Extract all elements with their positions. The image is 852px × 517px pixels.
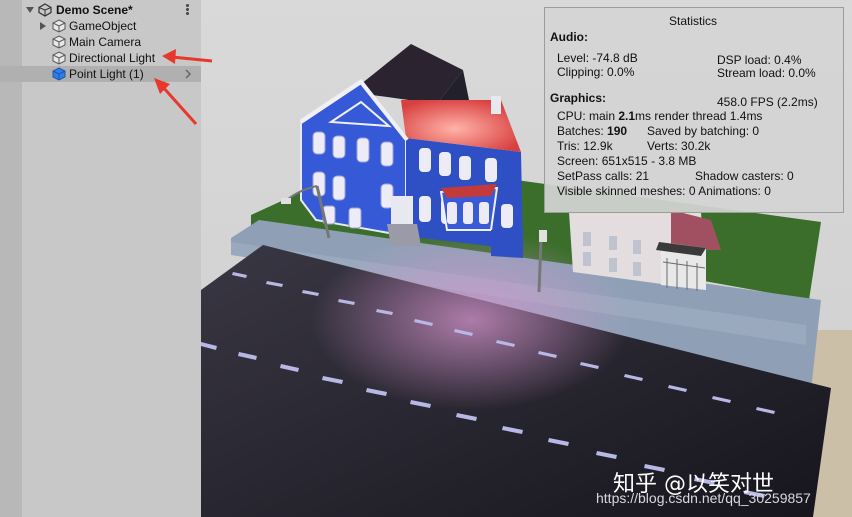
red-arrow-icon xyxy=(162,49,213,64)
annotation-arrows xyxy=(154,49,213,126)
red-arrow-icon xyxy=(154,78,198,126)
watermark-url: https://blog.csdn.net/qq_30259857 xyxy=(596,490,811,506)
